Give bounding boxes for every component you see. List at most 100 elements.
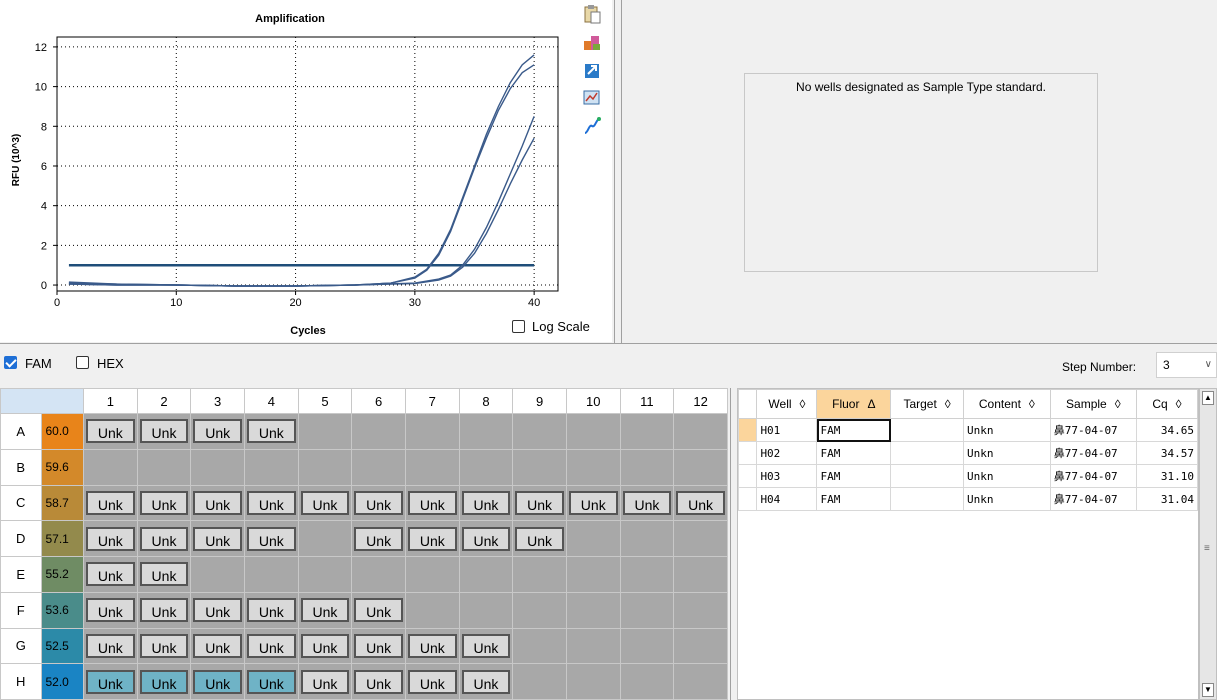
plate-well[interactable]: Unk [190, 484, 245, 522]
cell-content[interactable]: Unkn [963, 441, 1051, 465]
curve-settings-icon[interactable] [582, 116, 602, 136]
plate-well[interactable]: Unk [458, 484, 514, 522]
cell-well[interactable]: H01 [756, 418, 818, 442]
plate-well[interactable] [458, 448, 514, 486]
plate-well[interactable]: Unk [243, 520, 299, 557]
plate-well[interactable]: Unk [297, 591, 353, 629]
plate-well[interactable]: Unk [512, 484, 567, 522]
cell-well[interactable]: H02 [756, 441, 818, 465]
plate-column-header[interactable]: 10 [565, 388, 621, 414]
plate-row-header[interactable]: C [0, 484, 42, 522]
row-selector[interactable] [738, 487, 758, 511]
plate-well[interactable]: Unk [243, 591, 299, 629]
plate-well[interactable] [673, 627, 728, 665]
plate-well[interactable]: Unk [297, 663, 353, 700]
plate-well[interactable]: Unk [83, 556, 138, 593]
plate-well[interactable] [404, 413, 460, 450]
cell-sample[interactable]: 鼻77-04-07 [1049, 441, 1137, 465]
plate-column-header[interactable]: 11 [619, 388, 675, 414]
plate-well[interactable] [565, 556, 621, 593]
plate-well[interactable]: Unk [243, 413, 299, 450]
column-header-content[interactable]: Content ◊ [963, 389, 1051, 419]
plate-well[interactable]: Unk [136, 591, 192, 629]
plate-well[interactable] [565, 627, 621, 665]
plate-well[interactable]: Unk [351, 591, 406, 629]
plate-well[interactable] [673, 591, 728, 629]
plate-well[interactable] [458, 591, 514, 629]
plate-row-header[interactable]: H [0, 663, 42, 700]
plate-well[interactable] [297, 448, 353, 486]
plate-well[interactable] [351, 448, 406, 486]
plate-well[interactable] [404, 448, 460, 486]
plate-well[interactable] [619, 520, 675, 557]
plate-well[interactable]: Unk [190, 413, 245, 450]
plate-well[interactable] [619, 556, 675, 593]
hex-checkbox[interactable] [76, 356, 89, 369]
plate-well[interactable]: Unk [673, 484, 728, 522]
plate-row-header[interactable]: B [0, 448, 42, 486]
cell-target[interactable] [890, 441, 965, 465]
clipboard-icon[interactable] [582, 4, 602, 24]
plate-well[interactable]: Unk [190, 627, 245, 665]
cell-well[interactable]: H04 [756, 487, 818, 511]
plate-row-header[interactable]: F [0, 591, 42, 629]
plate-well[interactable]: Unk [458, 627, 514, 665]
fam-checkbox[interactable] [4, 356, 17, 369]
plate-well[interactable]: Unk [243, 627, 299, 665]
plate-well[interactable]: Unk [136, 520, 192, 557]
plate-well[interactable] [404, 556, 460, 593]
row-selector[interactable] [738, 418, 758, 442]
plate-column-header[interactable]: 1 [83, 388, 138, 414]
cell-sample[interactable]: 鼻77-04-07 [1049, 464, 1137, 488]
log-scale-checkbox[interactable] [512, 320, 525, 333]
plate-well[interactable] [297, 520, 353, 557]
export-icon[interactable] [582, 60, 602, 80]
plate-well[interactable]: Unk [297, 484, 353, 522]
plate-well[interactable] [619, 591, 675, 629]
column-header-well[interactable]: Well ◊ [756, 389, 818, 419]
cell-cq[interactable]: 31.10 [1135, 464, 1198, 488]
plate-well[interactable] [512, 413, 567, 450]
plate-well[interactable] [297, 556, 353, 593]
table-splitter[interactable] [730, 388, 737, 700]
step-number-select[interactable]: 3 ∨ [1156, 352, 1217, 378]
plate-row-header[interactable]: A [0, 413, 42, 450]
plate-well[interactable] [512, 448, 567, 486]
plate-well[interactable] [512, 591, 567, 629]
plate-well[interactable]: Unk [136, 627, 192, 665]
plate-well[interactable]: Unk [297, 627, 353, 665]
plate-well[interactable]: Unk [404, 484, 460, 522]
cell-cq[interactable]: 34.57 [1135, 441, 1198, 465]
plate-well[interactable]: Unk [565, 484, 621, 522]
plate-well[interactable] [512, 556, 567, 593]
cell-sample[interactable]: 鼻77-04-07 [1049, 418, 1137, 442]
scroll-up-icon[interactable]: ▲ [1202, 391, 1214, 405]
table-row[interactable]: H01 FAM Unkn 鼻77-04-07 34.65 [738, 418, 1198, 442]
cell-content[interactable]: Unkn [963, 418, 1051, 442]
plate-well[interactable]: Unk [351, 520, 406, 557]
plate-column-header[interactable]: 5 [297, 388, 353, 414]
plate-well[interactable]: Unk [83, 520, 138, 557]
plate-well[interactable] [136, 448, 192, 486]
vertical-scrollbar[interactable]: ▲ ≡ ▼ [1199, 388, 1217, 700]
plate-well[interactable] [565, 413, 621, 450]
plate-well[interactable] [565, 663, 621, 700]
cell-well[interactable]: H03 [756, 464, 818, 488]
plate-well[interactable] [297, 413, 353, 450]
plate-well[interactable] [351, 556, 406, 593]
plate-well[interactable] [458, 556, 514, 593]
plate-column-header[interactable]: 7 [404, 388, 460, 414]
cell-cq[interactable]: 34.65 [1135, 418, 1198, 442]
plate-well[interactable] [512, 663, 567, 700]
plate-well[interactable] [619, 663, 675, 700]
plate-row-header[interactable]: E [0, 556, 42, 593]
plate-well[interactable] [83, 448, 138, 486]
plate-well[interactable]: Unk [136, 556, 192, 593]
plate-well[interactable]: Unk [190, 663, 245, 700]
column-header-cq[interactable]: Cq ◊ [1135, 389, 1198, 419]
column-header-fluor[interactable]: Fluor Δ [816, 389, 892, 419]
plate-well[interactable] [351, 413, 406, 450]
plate-well[interactable] [190, 448, 245, 486]
plate-well[interactable]: Unk [243, 663, 299, 700]
plate-well[interactable]: Unk [404, 663, 460, 700]
